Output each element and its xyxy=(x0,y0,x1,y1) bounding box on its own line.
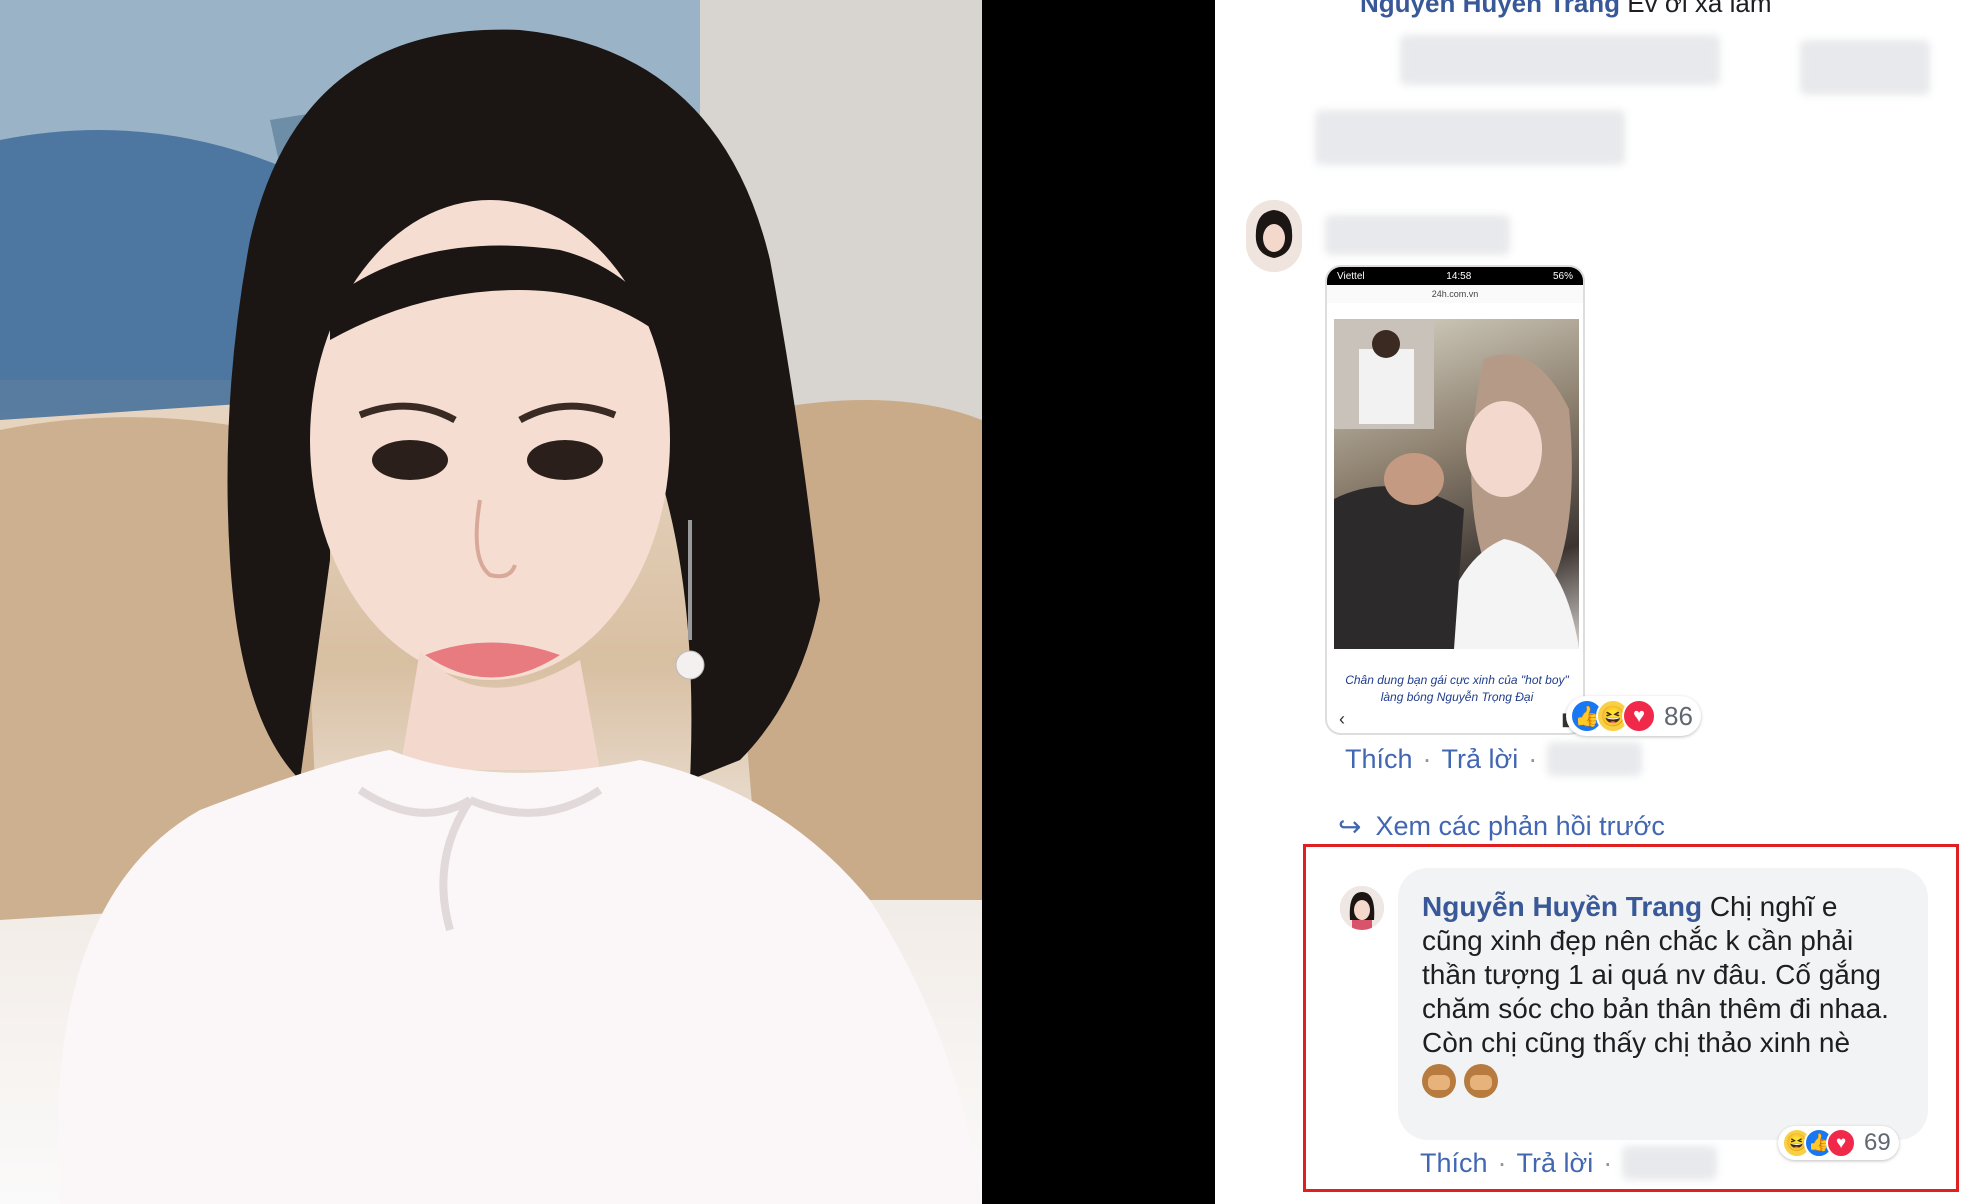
like-button[interactable]: Thích xyxy=(1345,744,1413,775)
comment-one-reaction-count: 86 xyxy=(1664,700,1693,731)
separator-dot: · xyxy=(1603,1147,1613,1178)
separator-dot: · xyxy=(1497,1147,1507,1178)
top-partial-text: Ev ơi xa lắm xyxy=(1627,0,1772,18)
reply-reactions[interactable]: 😆 👍 ♥ 69 xyxy=(1778,1126,1899,1160)
comment-one-reactions[interactable]: 👍 😆 ♥ 86 xyxy=(1566,696,1701,736)
reply-text-block: Nguyễn Huyền Trang Chị nghĩ e cũng xinh … xyxy=(1422,890,1904,1026)
avatar-photo-icon xyxy=(1340,886,1384,930)
screenshot-canvas: Nguyễn Huyền Trang Ev ơi xa lắm Viettel … xyxy=(0,0,1988,1204)
reply-actions: Thích · Trả lời · xyxy=(1420,1146,1718,1180)
blurred-text-2 xyxy=(1315,110,1625,165)
reply-button[interactable]: Trả lời xyxy=(1442,744,1519,775)
view-previous-label: Xem các phản hồi trước xyxy=(1375,811,1665,841)
top-partial-author[interactable]: Nguyễn Huyền Trang xyxy=(1360,0,1620,18)
love-reaction-icon: ♥ xyxy=(1622,699,1656,733)
separator-dot: · xyxy=(1528,743,1538,774)
see-no-evil-monkey-icon xyxy=(1422,1064,1456,1098)
reply-arrow-icon: ↪ xyxy=(1338,811,1362,842)
reply-like-button[interactable]: Thích xyxy=(1420,1148,1488,1179)
phone-time: 14:58 xyxy=(1446,270,1472,282)
selfie-illustration xyxy=(0,0,982,1204)
news-article-photo xyxy=(1334,319,1579,649)
blurred-timestamp xyxy=(1547,742,1643,776)
selfie-photo xyxy=(0,0,982,1204)
blurred-text-1 xyxy=(1400,35,1720,85)
black-divider xyxy=(982,0,1215,1204)
reply-reaction-count: 69 xyxy=(1864,1129,1891,1156)
reply-text-line2: Còn chị cũng thấy chị thảo xinh nè xyxy=(1422,1027,1851,1058)
reply-bubble: Nguyễn Huyền Trang Chị nghĩ e cũng xinh … xyxy=(1398,868,1928,1140)
reply-emoji-row xyxy=(1422,1064,1904,1098)
phone-status-bar: Viettel 14:58 56% xyxy=(1327,267,1583,285)
couple-photo-illustration xyxy=(1334,319,1579,649)
phone-nav-bar: ‹ ▮ xyxy=(1327,705,1583,733)
commenter-avatar[interactable] xyxy=(1246,200,1302,272)
blurred-timestamp xyxy=(1622,1146,1718,1180)
attached-screenshot[interactable]: Viettel 14:58 56% 24h.com.vn Chân dung b… xyxy=(1325,265,1585,735)
avatar-photo-icon xyxy=(1246,200,1302,272)
phone-battery: 56% xyxy=(1552,270,1573,282)
comment-one-actions: Thích · Trả lời · xyxy=(1345,742,1643,776)
phone-carrier: Viettel xyxy=(1337,270,1365,282)
see-no-evil-monkey-icon xyxy=(1464,1064,1498,1098)
top-partial-comment: Nguyễn Huyền Trang Ev ơi xa lắm xyxy=(1360,0,1771,19)
back-chevron-icon: ‹ xyxy=(1339,708,1345,729)
separator-dot: · xyxy=(1422,743,1432,774)
reply-author-name[interactable]: Nguyễn Huyền Trang xyxy=(1422,891,1702,922)
love-reaction-icon: ♥ xyxy=(1826,1128,1856,1158)
view-previous-replies[interactable]: ↪ Xem các phản hồi trước xyxy=(1338,810,1665,843)
blurred-image-1 xyxy=(1800,40,1930,95)
blurred-commenter-name xyxy=(1325,215,1510,255)
phone-url-bar: 24h.com.vn xyxy=(1327,285,1583,303)
screenshot-caption: Chân dung bạn gái cực xinh của "hot boy"… xyxy=(1345,673,1569,704)
reply-author-avatar[interactable] xyxy=(1340,886,1384,930)
reply-reply-button[interactable]: Trả lời xyxy=(1517,1148,1594,1179)
